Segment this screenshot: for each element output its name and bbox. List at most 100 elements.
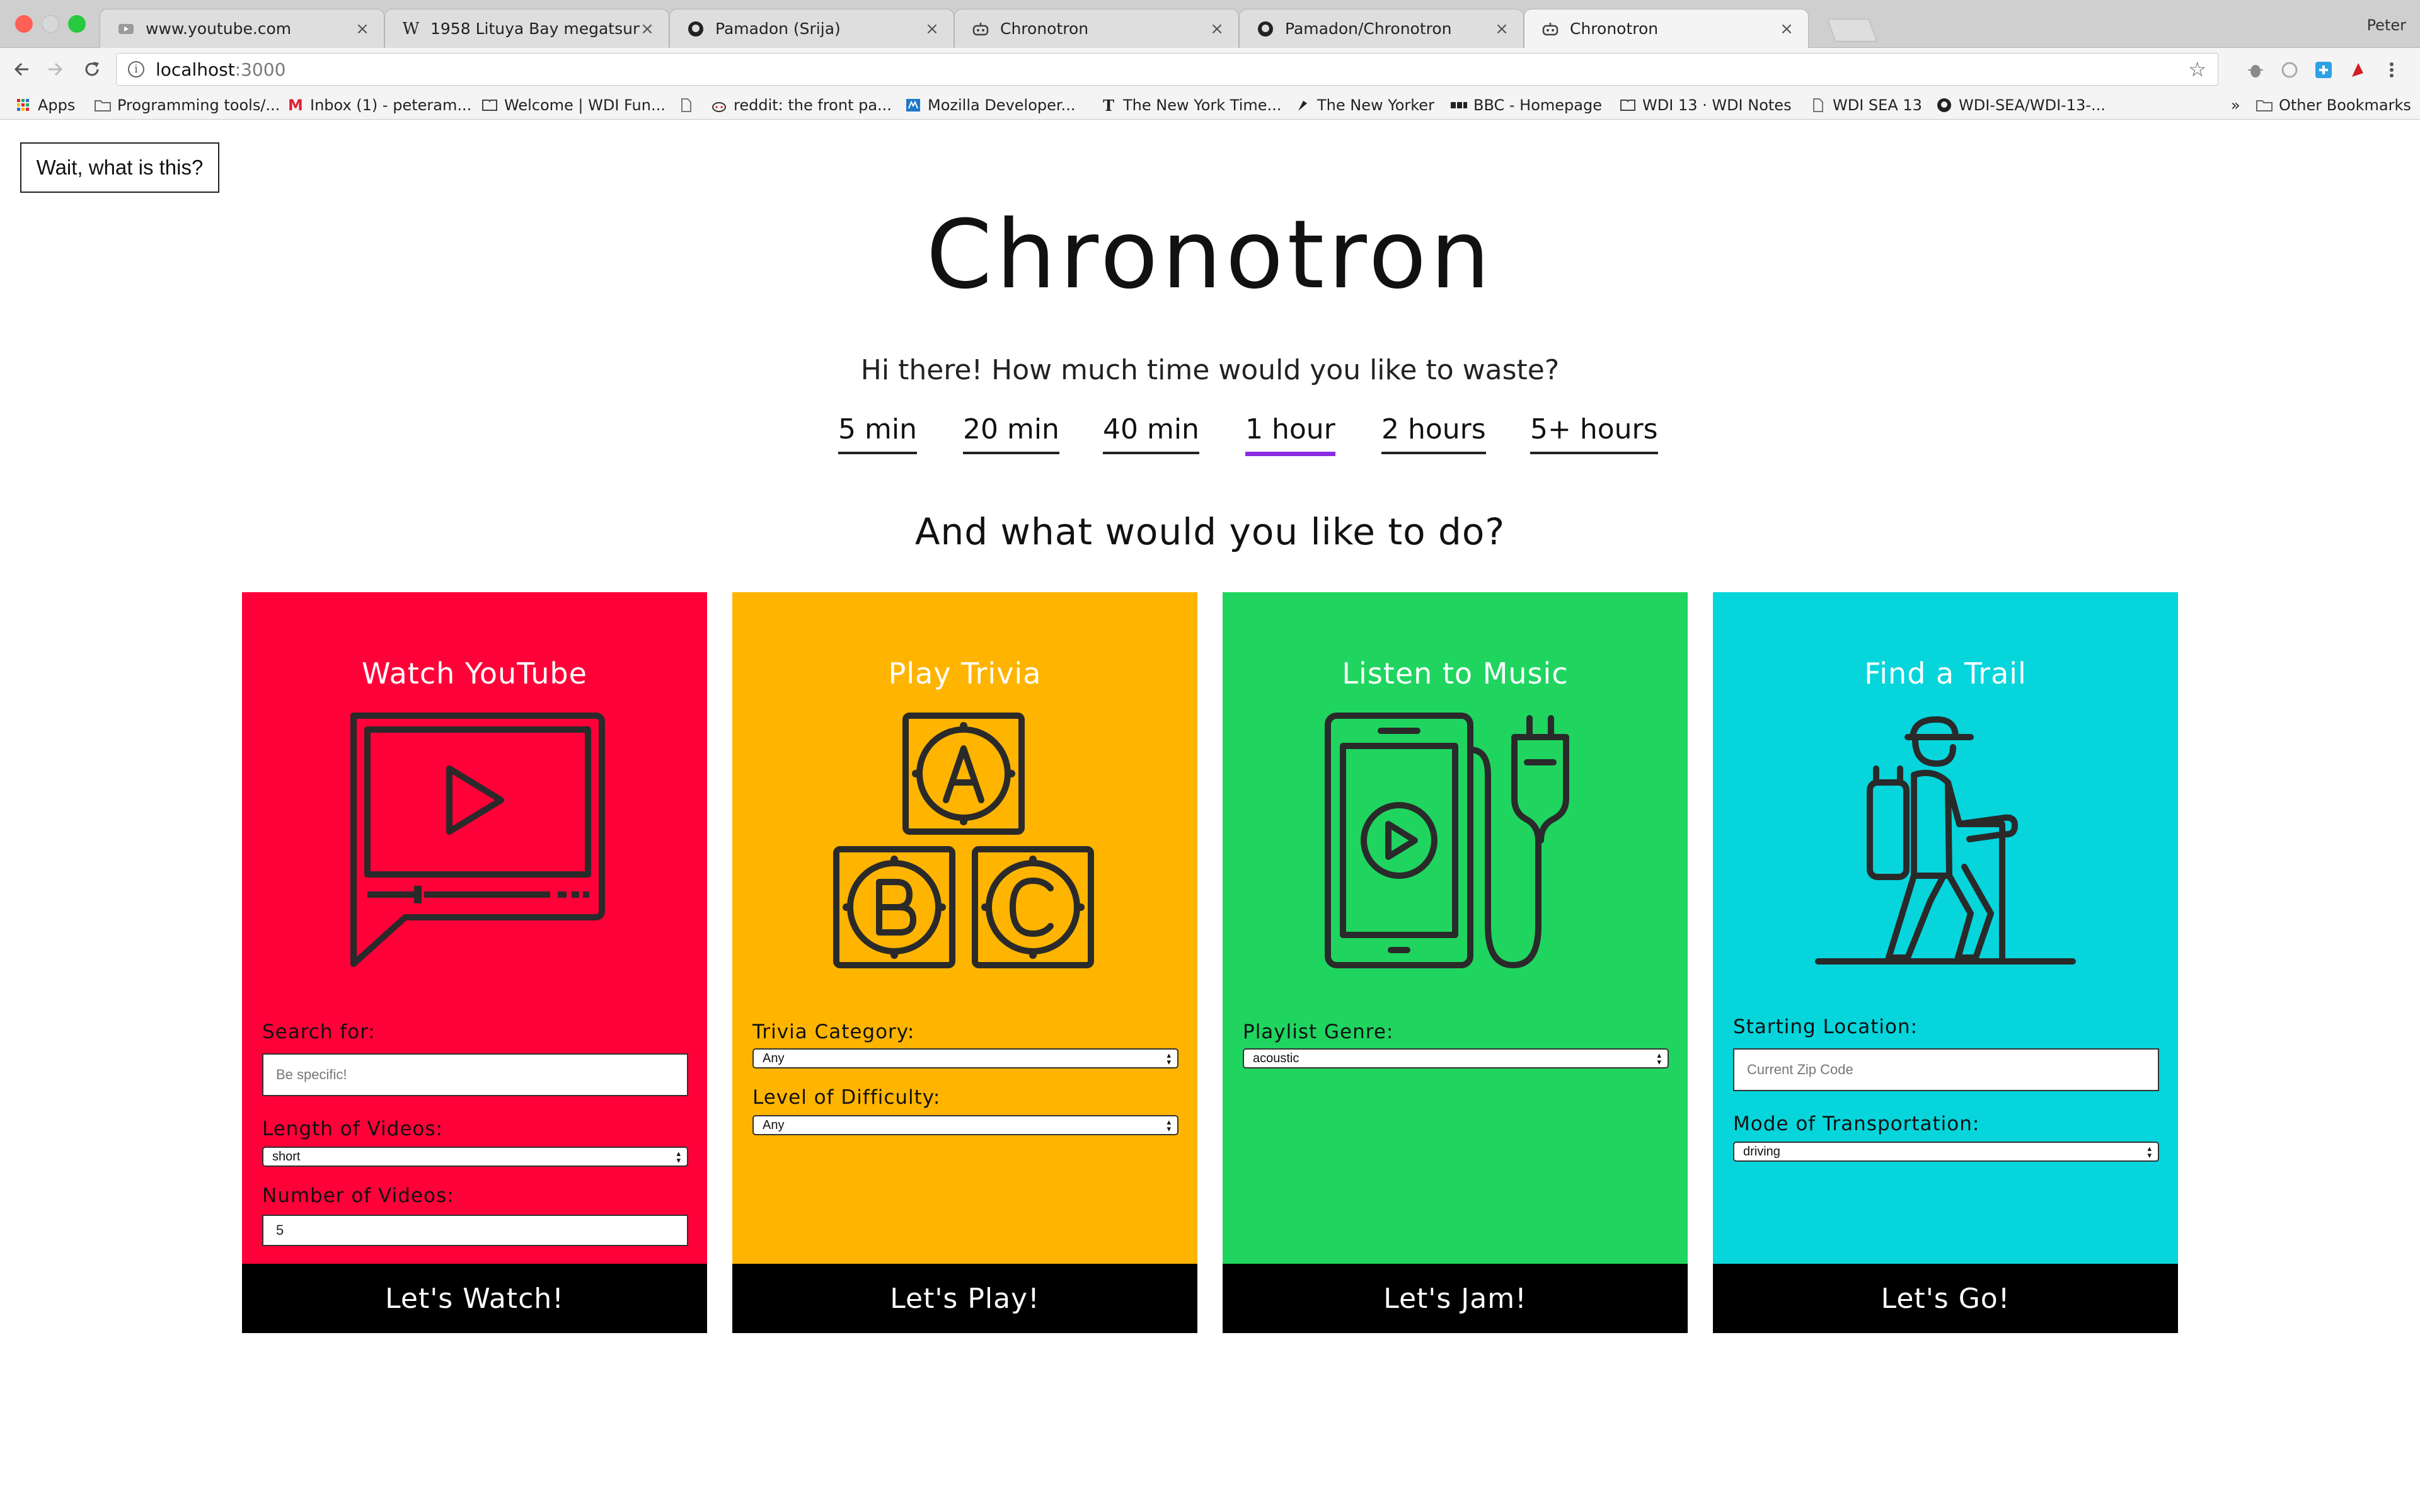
close-window-button[interactable] — [15, 15, 33, 33]
about-button[interactable]: Wait, what is this? — [20, 142, 219, 193]
close-tab-icon[interactable]: × — [1494, 20, 1509, 38]
bookmark-label: Apps — [38, 96, 76, 114]
lets-play-button[interactable]: Let's Play! — [732, 1264, 1197, 1333]
apps-grid-icon — [15, 98, 32, 112]
bookmarks-overflow-chevron[interactable]: » — [2231, 96, 2240, 115]
location-label: Starting Location: — [1733, 1016, 1918, 1038]
gmail-icon: M — [288, 96, 303, 114]
other-bookmarks-folder[interactable]: Other Bookmarks — [2256, 96, 2411, 115]
video-count-input[interactable]: 5 — [262, 1215, 688, 1246]
browser-tab[interactable]: Chronotron × — [954, 9, 1239, 48]
video-length-select[interactable]: short ▴ ▾ — [262, 1147, 688, 1167]
tab-title: 1958 Lituya Bay megatsunami — [430, 20, 640, 38]
bookmark-item[interactable]: T The New York Time... — [1100, 96, 1281, 115]
bookmark-label: The New York Time... — [1123, 96, 1282, 114]
select-value: driving — [1743, 1144, 1780, 1159]
transport-mode-select[interactable]: driving ▴ ▾ — [1733, 1142, 2159, 1162]
app-favicon — [971, 20, 990, 38]
bookmark-item[interactable]: WDI-SEA/WDI-13-... — [1936, 96, 2106, 115]
select-value: Any — [763, 1051, 785, 1065]
close-tab-icon[interactable]: × — [925, 20, 940, 38]
activity-question: And what would you like to do? — [914, 510, 1506, 553]
browser-tab-strip: www.youtube.com × W 1958 Lituya Bay mega… — [0, 0, 2420, 48]
browser-tab[interactable]: Pamadon (Srija) × — [669, 9, 954, 48]
bookmark-item[interactable]: Mozilla Developer... — [905, 96, 1075, 115]
zip-code-input[interactable] — [1733, 1048, 2159, 1091]
select-arrows-icon: ▴ ▾ — [1167, 1117, 1171, 1133]
time-option-40-min[interactable]: 40 min — [1103, 413, 1199, 454]
new-tab-button[interactable] — [1827, 19, 1877, 42]
extension-lastpass-icon[interactable] — [2347, 59, 2368, 81]
abc-blocks-icon — [732, 712, 1197, 968]
bookmark-item[interactable]: WDI SEA 13 — [1810, 96, 1922, 115]
bookmark-label: WDI-SEA/WDI-13-... — [1959, 96, 2106, 114]
tab-title: Pamadon (Srija) — [715, 20, 841, 38]
zoom-window-button[interactable] — [68, 15, 86, 33]
menu-dots-icon[interactable] — [2381, 59, 2402, 81]
close-tab-icon[interactable]: × — [355, 20, 370, 38]
bookmark-item[interactable]: Welcome | WDI Fun... — [481, 96, 666, 115]
lets-watch-button[interactable]: Let's Watch! — [242, 1264, 707, 1333]
playlist-genre-select[interactable]: acoustic ▴ ▾ — [1243, 1048, 1669, 1068]
bookmark-item[interactable]: BBC - Homepage — [1451, 96, 1602, 115]
profile-name[interactable]: Peter — [2367, 16, 2406, 34]
time-option-2-hours[interactable]: 2 hours — [1381, 413, 1486, 454]
time-option-5-plus-hours[interactable]: 5+ hours — [1530, 413, 1658, 454]
bookmark-label: Programming tools/... — [117, 96, 280, 114]
bookmark-item[interactable]: WDI 13 · WDI Notes — [1620, 96, 1792, 115]
time-option-1-hour[interactable]: 1 hour — [1245, 413, 1335, 456]
extension-plus-icon[interactable] — [2313, 59, 2334, 81]
extension-bug-icon[interactable] — [2245, 59, 2266, 81]
category-label: Trivia Category: — [752, 1021, 915, 1043]
reload-icon[interactable] — [79, 57, 105, 82]
bookmark-item[interactable]: M Inbox (1) - peteram... — [287, 96, 471, 115]
bookmark-star-icon[interactable]: ☆ — [2188, 57, 2206, 81]
browser-tab[interactable]: www.youtube.com × — [100, 9, 384, 48]
lets-go-button[interactable]: Let's Go! — [1713, 1264, 2178, 1333]
folder-icon — [2256, 98, 2273, 112]
genre-label: Playlist Genre: — [1243, 1021, 1394, 1043]
bookmark-item[interactable]: reddit: the front pa... — [711, 96, 892, 115]
bookmarks-bar: Apps Programming tools/... M Inbox (1) - … — [0, 91, 2420, 120]
close-tab-icon[interactable]: × — [1779, 20, 1794, 38]
close-tab-icon[interactable]: × — [640, 20, 655, 38]
video-search-input[interactable] — [262, 1053, 688, 1096]
bookmark-item[interactable] — [678, 96, 701, 115]
forward-arrow-icon[interactable] — [43, 57, 68, 82]
page-icon — [1810, 98, 1826, 112]
browser-tab-active[interactable]: Chronotron × — [1524, 9, 1809, 48]
bookmark-folder[interactable]: Programming tools/... — [95, 96, 280, 115]
bookmark-item[interactable]: Apps — [15, 96, 75, 115]
address-bar[interactable]: i localhost:3000 ☆ — [116, 53, 2218, 86]
time-option-20-min[interactable]: 20 min — [963, 413, 1059, 454]
lets-jam-button[interactable]: Let's Jam! — [1223, 1264, 1688, 1333]
trivia-difficulty-select[interactable]: Any ▴ ▾ — [752, 1115, 1178, 1135]
trivia-category-select[interactable]: Any ▴ ▾ — [752, 1048, 1178, 1068]
url-host: localhost — [156, 59, 235, 80]
book-icon — [1620, 98, 1636, 112]
page-title: Chronotron — [926, 200, 1494, 310]
card-title: Watch YouTube — [362, 656, 587, 690]
extension-circle-icon[interactable] — [2279, 59, 2300, 81]
bookmark-label: Inbox (1) - peteram... — [310, 96, 472, 114]
minimize-window-button[interactable] — [42, 15, 59, 33]
bookmark-label: WDI SEA 13 — [1833, 96, 1922, 114]
youtube-card: Watch YouTube Search for: Length of Vide… — [242, 592, 707, 1333]
mdn-icon — [905, 98, 921, 112]
select-value: Any — [763, 1118, 785, 1132]
folder-icon — [95, 98, 111, 112]
browser-tab[interactable]: W 1958 Lituya Bay megatsunami × — [384, 9, 669, 48]
bookmark-item[interactable]: The New Yorker — [1294, 96, 1434, 115]
browser-tab[interactable]: Pamadon/Chronotron × — [1239, 9, 1524, 48]
bookmark-label: BBC - Homepage — [1473, 96, 1602, 114]
time-option-5-min[interactable]: 5 min — [838, 413, 917, 454]
transport-label: Mode of Transportation: — [1733, 1113, 1980, 1135]
select-value: short — [272, 1149, 301, 1164]
site-info-icon[interactable]: i — [128, 61, 144, 77]
number-label: Number of Videos: — [262, 1184, 454, 1207]
close-tab-icon[interactable]: × — [1209, 20, 1224, 38]
back-arrow-icon[interactable] — [9, 57, 34, 82]
reddit-icon — [711, 98, 727, 112]
select-arrows-icon: ▴ ▾ — [2147, 1143, 2152, 1160]
page-icon — [678, 98, 694, 112]
